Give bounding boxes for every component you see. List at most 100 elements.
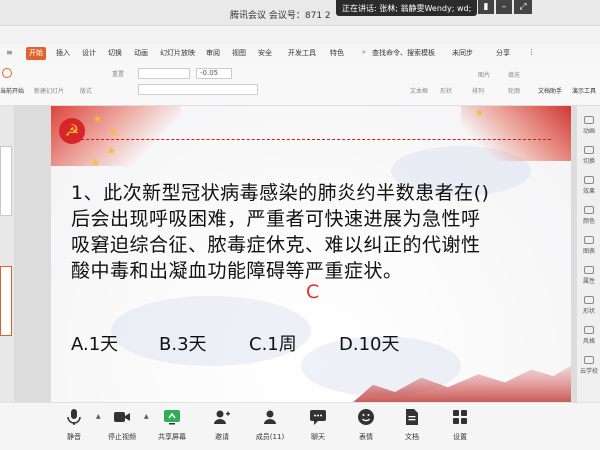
minimize-icon[interactable]: – xyxy=(496,0,512,14)
new-slide-button[interactable]: 新建幻灯片 xyxy=(34,86,64,95)
mute-button[interactable]: 静音 xyxy=(52,408,96,442)
speaking-indicator: 正在讲话: 张林; 翁静雯Wendy; wd; xyxy=(336,0,478,16)
documents-label: 文档 xyxy=(405,433,419,441)
slide-content: ☭ ★ ★ ★ ★ ★ 1、此次新型冠状病毒感染的肺炎约半数患者在()后会出现呼… xyxy=(51,106,571,404)
doc-assistant-button[interactable]: 文档助手 xyxy=(538,86,562,95)
image-button[interactable]: 图片 xyxy=(478,70,490,79)
share-screen-icon xyxy=(164,410,180,425)
chat-button[interactable]: 聊天 xyxy=(296,408,340,442)
video-options-chevron-icon[interactable]: ▲ xyxy=(144,413,149,420)
arrange-button[interactable]: 排列 xyxy=(472,86,484,95)
settings-label: 设置 xyxy=(453,433,467,441)
microphone-icon xyxy=(67,409,81,425)
outline-button[interactable]: 轮廓 xyxy=(508,86,520,95)
effect-icon xyxy=(584,176,594,184)
share-screen-label: 共享屏幕 xyxy=(158,433,186,441)
document-icon xyxy=(406,409,418,425)
slide-thumbnail-active[interactable] xyxy=(0,266,12,336)
transition-icon xyxy=(584,146,594,154)
expand-icon[interactable]: ⤢ xyxy=(514,0,532,14)
app-menubar: ≡ 开始 插入 设计 切换 动画 幻灯片放映 审阅 视图 安全 开发工具 特色 … xyxy=(0,44,600,64)
add-user-icon xyxy=(214,410,230,424)
menu-start-tab[interactable]: 开始 xyxy=(26,47,46,60)
layout-button[interactable]: 版式 xyxy=(80,86,92,95)
emoji-icon xyxy=(358,409,374,425)
search-icon[interactable]: ⌕ xyxy=(362,48,366,57)
rp-cloud-school[interactable]: 云学校 xyxy=(579,356,599,375)
menu-item-animation[interactable]: 动画 xyxy=(134,48,148,58)
menu-item-design[interactable]: 设计 xyxy=(82,48,96,58)
share-button[interactable]: 分享 xyxy=(496,48,510,58)
rp-chart[interactable]: 图表 xyxy=(579,236,599,255)
menu-icon[interactable]: ≡ xyxy=(6,48,13,57)
rp-style-label: 风格 xyxy=(582,338,595,345)
chat-icon xyxy=(310,410,326,425)
reaction-button[interactable]: 表情 xyxy=(344,408,388,442)
settings-icon xyxy=(453,410,467,424)
invite-button[interactable]: 邀请 xyxy=(200,408,244,442)
menu-item-devtools[interactable]: 开发工具 xyxy=(288,48,316,58)
rp-cloud-school-label: 云学校 xyxy=(579,368,598,375)
more-icon[interactable]: ⋮ xyxy=(528,48,535,56)
command-search[interactable]: 查找命令、搜索模板 xyxy=(372,48,435,58)
rp-effect[interactable]: 效果 xyxy=(579,176,599,195)
menu-item-security[interactable]: 安全 xyxy=(258,48,272,58)
rp-style[interactable]: 风格 xyxy=(579,326,599,345)
play-from-current[interactable]: 当前开始 xyxy=(0,86,24,95)
settings-button[interactable]: 设置 xyxy=(438,408,482,442)
menu-item-transition[interactable]: 切换 xyxy=(108,48,122,58)
menu-item-view[interactable]: 视图 xyxy=(232,48,246,58)
option-d: D.10天 xyxy=(339,334,400,355)
star-icon: ★ xyxy=(91,158,100,169)
rp-color[interactable]: 颜色 xyxy=(579,206,599,225)
sync-status[interactable]: 未同步 xyxy=(452,48,473,58)
share-screen-button[interactable]: 共享屏幕 xyxy=(150,408,194,442)
font-name-field[interactable] xyxy=(138,68,190,79)
rp-shape-label: 形状 xyxy=(582,308,595,315)
stop-video-label: 停止视频 xyxy=(108,433,136,441)
shape-button[interactable]: 形状 xyxy=(440,86,452,95)
option-c: C.1周 xyxy=(249,334,297,355)
rp-color-label: 颜色 xyxy=(582,218,595,225)
meeting-title: 腾讯会议 会议号：871 2 xyxy=(230,11,331,21)
rp-property[interactable]: 属性 xyxy=(579,266,599,285)
presenter-tool-button[interactable]: 演示工具 xyxy=(572,86,596,95)
rp-shape[interactable]: 形状 xyxy=(579,296,599,315)
members-label: 成员(11) xyxy=(255,433,285,441)
meeting-titlebar: 腾讯会议 会议号：871 2 正在讲话: 张林; 翁静雯Wendy; wd; ▮… xyxy=(0,0,600,26)
fill-button[interactable]: 填充 xyxy=(508,70,520,79)
meeting-toolbar: 静音 ▲ 停止视频 ▲ 共享屏幕 邀请 成员(11) 聊天 表情 文档 设置 xyxy=(0,402,600,450)
party-emblem-icon: ☭ xyxy=(59,118,85,144)
font-format-row[interactable] xyxy=(138,84,258,95)
question-text: 1、此次新型冠状病毒感染的肺炎约半数患者在()后会出现呼吸困难，严重者可快速进展… xyxy=(71,182,490,282)
font-size-field[interactable]: -0.05 xyxy=(196,68,232,79)
textbox-button[interactable]: 文本框 xyxy=(410,86,428,95)
view-toggle-icon[interactable]: ▮ xyxy=(478,0,494,14)
members-button[interactable]: 成员(11) xyxy=(248,408,292,442)
cloud-school-icon xyxy=(584,356,594,364)
speaking-text: 正在讲话: 张林; 翁静雯Wendy; wd; xyxy=(342,4,472,13)
invite-label: 邀请 xyxy=(215,433,229,441)
menu-item-review[interactable]: 审阅 xyxy=(206,48,220,58)
slide-thumbnails-panel xyxy=(0,106,14,402)
rp-property-label: 属性 xyxy=(582,278,595,285)
reset-button[interactable]: 重置 xyxy=(112,69,124,78)
property-icon xyxy=(584,266,594,274)
dashed-divider xyxy=(81,139,551,140)
play-icon[interactable] xyxy=(2,68,12,78)
slide-thumbnail[interactable] xyxy=(0,146,12,216)
documents-button[interactable]: 文档 xyxy=(390,408,434,442)
menu-item-features[interactable]: 特色 xyxy=(330,48,344,58)
stop-video-button[interactable]: 停止视频 xyxy=(100,408,144,442)
option-b: B.3天 xyxy=(159,334,207,355)
rp-animation-label: 动画 xyxy=(582,128,595,135)
menu-item-slideshow[interactable]: 幻灯片放映 xyxy=(160,48,195,58)
rp-chart-label: 图表 xyxy=(582,248,595,255)
rp-transition[interactable]: 切换 xyxy=(579,146,599,165)
shape-icon xyxy=(584,296,594,304)
rp-effect-label: 效果 xyxy=(582,188,595,195)
menu-item-insert[interactable]: 插入 xyxy=(56,48,70,58)
star-icon: ★ xyxy=(93,114,102,125)
chart-icon xyxy=(584,236,594,244)
rp-animation[interactable]: 动画 xyxy=(579,116,599,135)
